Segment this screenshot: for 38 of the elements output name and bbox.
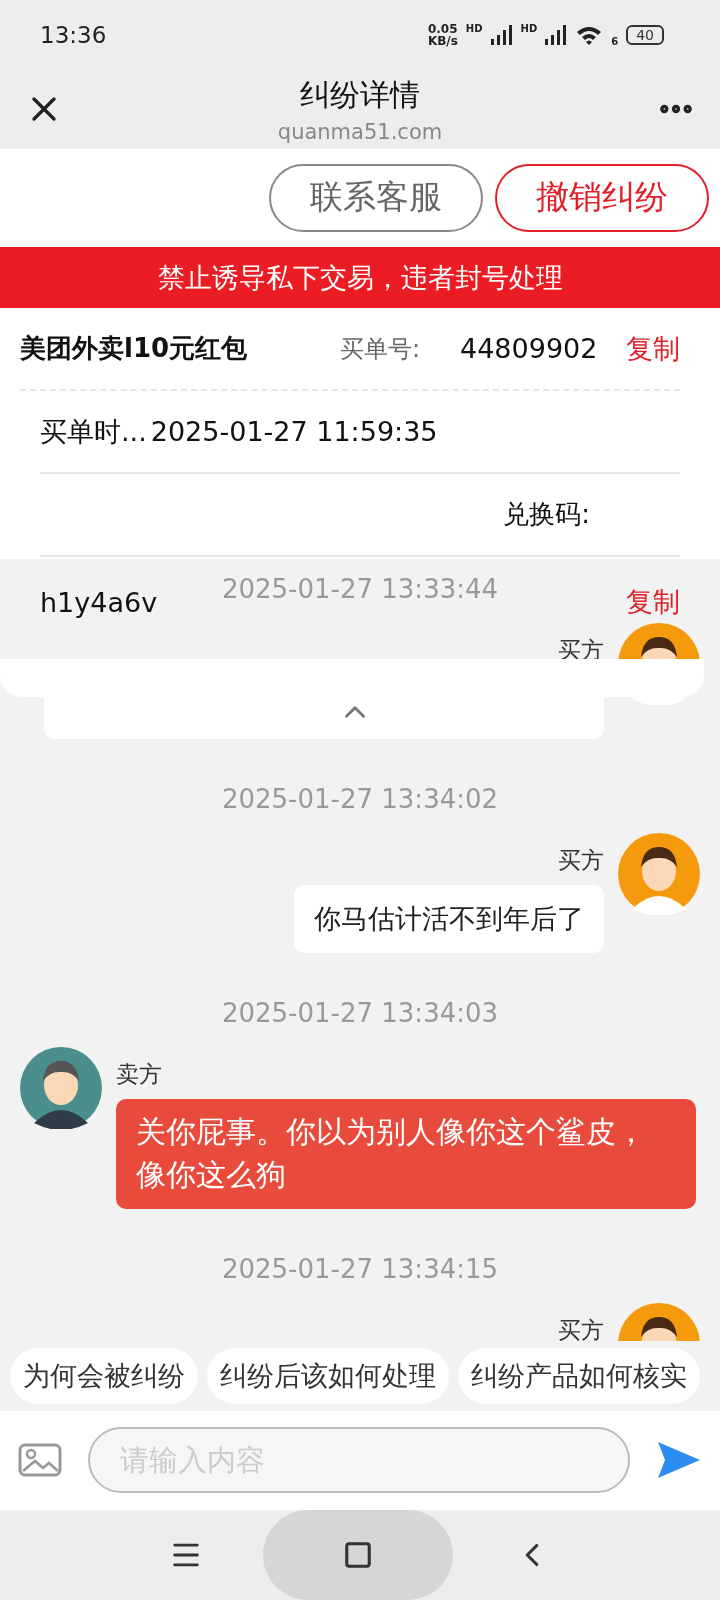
message-time: 2025-01-27 13:34:03 — [221, 998, 499, 1029]
battery-level: 40 — [626, 24, 664, 45]
send-icon[interactable] — [656, 1440, 702, 1481]
signal-label: HD — [520, 22, 538, 34]
signal-label: HD — [465, 22, 483, 34]
message-time: 2025-01-27 13:34:15 — [221, 1254, 499, 1285]
message-bubble: 你马估计活不到年后了 — [294, 885, 604, 954]
quick-question-chip[interactable]: 为何会被纠纷 — [10, 1347, 198, 1404]
product-name: 美团外卖l10元红包 — [20, 332, 249, 366]
sender-name: 买方 — [558, 846, 604, 876]
contact-support-button[interactable]: 联系客服 — [269, 163, 483, 232]
copy-link[interactable]: 复制 — [626, 330, 680, 367]
copy-link[interactable]: 复制 — [626, 584, 680, 621]
signal-icon — [490, 24, 513, 45]
quick-question-chip[interactable]: 纠纷产品如何核实 — [458, 1347, 700, 1404]
wifi-label: 6 — [611, 35, 619, 47]
image-icon[interactable] — [18, 1443, 62, 1478]
sender-name: 卖方 — [116, 1060, 162, 1090]
order-time: 2025-01-27 11:59:35 — [150, 416, 438, 448]
cancel-dispute-button[interactable]: 撤销纠纷 — [495, 163, 709, 232]
status-time: 13:36 — [40, 21, 107, 48]
wifi-icon — [575, 24, 604, 45]
quick-question-chip[interactable]: 纠纷后该如何处理 — [207, 1347, 449, 1404]
page-title: 纠纷详情 — [300, 75, 420, 114]
network-speed: 0.05 KB/s — [427, 22, 458, 47]
message-time: 2025-01-27 13:34:02 — [221, 784, 499, 815]
redeem-code: h1y4a6v — [40, 586, 158, 618]
square-icon[interactable] — [343, 1540, 373, 1570]
code-label: 兑换码: — [503, 498, 590, 532]
page-url: quanma51.com — [277, 119, 443, 144]
sender-name: 买方 — [558, 1316, 604, 1341]
warning-banner: 禁止诱导私下交易，违者封号处理 — [0, 246, 720, 309]
order-number-label: 买单号: — [340, 333, 422, 365]
message-bubble: 关你屁事。你以为别人像你这个鲨皮，像你这么狗 — [116, 1099, 696, 1210]
order-time-label: 买单时... — [40, 414, 147, 449]
order-number: 44809902 — [460, 333, 598, 365]
message-time: 2025-01-27 13:33:44 — [221, 574, 499, 605]
signal-icon — [545, 24, 568, 45]
